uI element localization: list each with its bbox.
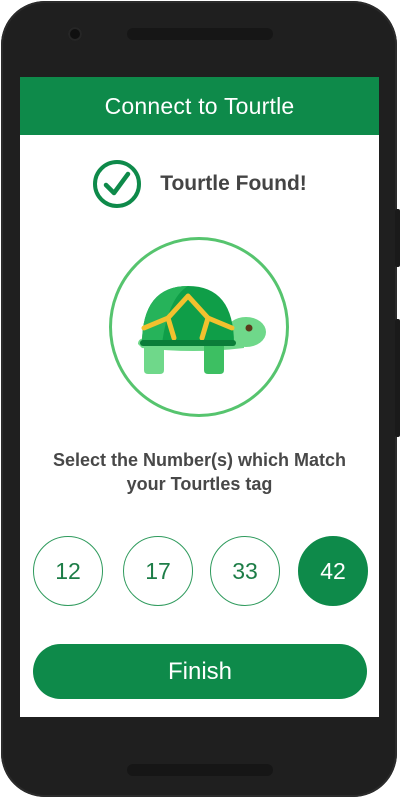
volume-button	[395, 319, 400, 437]
number-option-17[interactable]: 17	[123, 536, 193, 606]
power-button	[395, 209, 400, 267]
app-title: Connect to Tourtle	[104, 92, 295, 119]
instruction-line-2: your Tourtles tag	[126, 474, 273, 494]
finish-button[interactable]: Finish	[33, 644, 367, 699]
front-camera	[68, 27, 82, 41]
instruction-line-1: Select the Number(s) which Match	[52, 450, 347, 470]
phone-frame: Connect to Tourtle Tourtle Found! Select…	[1, 1, 400, 797]
app-bar: Connect to Tourtle	[20, 77, 379, 135]
bottom-speaker	[127, 764, 273, 776]
number-option-42[interactable]: 42	[298, 536, 368, 606]
number-options: 12 17 33 42	[20, 536, 379, 606]
status-text: Tourtle Found!	[160, 172, 307, 195]
number-option-12[interactable]: 12	[33, 536, 103, 606]
status-row: Tourtle Found!	[20, 159, 379, 209]
earpiece-speaker	[127, 28, 273, 40]
number-option-33[interactable]: 33	[210, 536, 280, 606]
turtle-illustration	[109, 237, 289, 417]
turtle-icon	[138, 286, 266, 374]
instruction-text: Select the Number(s) which Match your To…	[20, 448, 379, 496]
screen: Connect to Tourtle Tourtle Found! Select…	[20, 77, 379, 717]
check-circle-icon	[93, 160, 142, 208]
